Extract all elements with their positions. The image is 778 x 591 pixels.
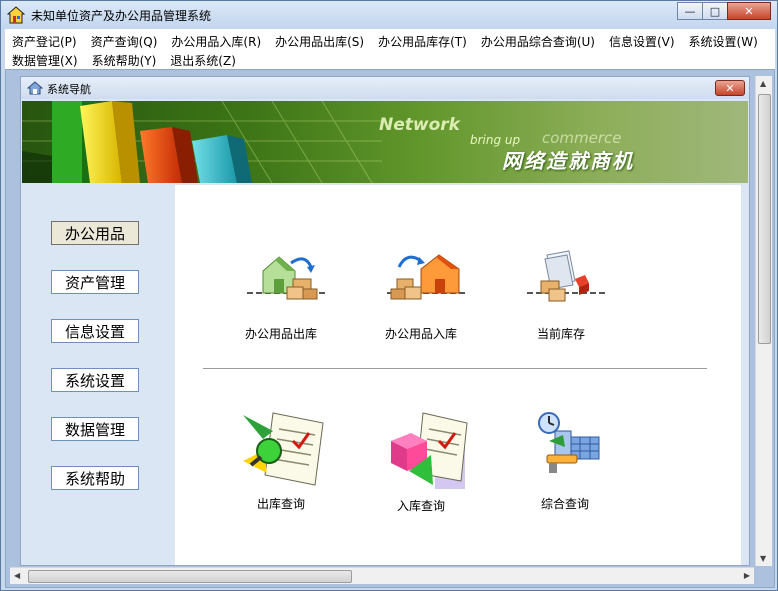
nav-system-settings[interactable]: 系统设置 [51,368,139,392]
tile-supplies-out-label: 办公用品出库 [244,327,317,341]
warehouse-in-icon [387,254,467,300]
in-query-icon [391,412,468,489]
tile-supplies-in[interactable]: 办公用品入库 [361,247,481,357]
banner-slogan: 网络造就商机 [502,149,634,173]
scroll-down-icon[interactable]: ▼ [760,554,766,563]
banner-graphic [22,101,748,183]
menu-supplies-in[interactable]: 办公用品入库(R) [164,31,268,50]
window-title: 未知单位资产及办公用品管理系统 [31,9,212,23]
vertical-scrollbar[interactable]: ▲ ▼ [755,76,772,566]
title-bar[interactable]: 未知单位资产及办公用品管理系统 — □ ✕ [1,1,777,29]
inventory-icon [527,250,607,302]
out-query-icon [243,412,324,486]
warehouse-out-icon [247,256,327,300]
navigation-title: 系统导航 [47,83,91,96]
app-house-icon [7,6,25,24]
tile-out-query-label: 出库查询 [256,497,305,511]
menu-exit[interactable]: 退出系统(Z) [163,50,243,69]
nav-asset-management[interactable]: 资产管理 [51,270,139,294]
menu-row-2: 数据管理(X) 系统帮助(Y) 退出系统(Z) [5,50,243,69]
menu-bar: 资产登记(P) 资产查询(Q) 办公用品入库(R) 办公用品出库(S) 办公用品… [5,29,775,69]
mdi-area: 系统导航 ✕ Network bring up commerce 网络造就商机 … [5,69,775,588]
navigation-close-button[interactable]: ✕ [715,80,745,96]
combined-query-icon [538,412,600,473]
vertical-scroll-thumb[interactable] [758,94,771,344]
close-button[interactable]: ✕ [727,2,771,20]
nav-office-supplies[interactable]: 办公用品 [51,221,139,245]
tile-supplies-out[interactable]: 办公用品出库 [221,247,341,357]
scroll-right-icon[interactable]: ▶ [744,571,750,580]
tile-combined-query-label: 综合查询 [540,497,589,511]
tile-current-stock[interactable]: 当前库存 [501,247,621,357]
banner: Network bring up commerce 网络造就商机 [22,101,748,183]
scroll-left-icon[interactable]: ◀ [14,571,20,580]
maximize-button[interactable]: □ [702,2,728,20]
app-window: 未知单位资产及办公用品管理系统 — □ ✕ 资产登记(P) 资产查询(Q) 办公… [0,0,778,591]
nav-data-management[interactable]: 数据管理 [51,417,139,441]
menu-system-help[interactable]: 系统帮助(Y) [85,50,164,69]
menu-supplies-stock[interactable]: 办公用品库存(T) [371,31,474,50]
menu-system-settings[interactable]: 系统设置(W) [682,31,765,50]
tile-out-query[interactable]: 出库查询 [221,411,341,521]
content-divider [203,368,707,369]
minimize-button[interactable]: — [677,2,703,20]
horizontal-scrollbar[interactable]: ◀ ▶ [10,567,754,584]
menu-supplies-query[interactable]: 办公用品综合查询(U) [474,31,602,50]
menu-asset-query[interactable]: 资产查询(Q) [84,31,165,50]
banner-network-text: Network [379,115,460,135]
menu-asset-register[interactable]: 资产登记(P) [5,31,84,50]
tile-in-query[interactable]: 入库查询 [361,411,481,521]
menu-supplies-out[interactable]: 办公用品出库(S) [268,31,371,50]
house-icon [27,81,43,95]
scroll-up-icon[interactable]: ▲ [760,79,766,88]
content-panel: 办公用品出库 办公用品入库 当前库存 出库查询 入库查询 综合查询 [175,185,741,565]
menu-data-management[interactable]: 数据管理(X) [5,50,85,69]
tile-current-stock-label: 当前库存 [536,327,585,341]
menu-info-settings[interactable]: 信息设置(V) [602,31,682,50]
tile-in-query-label: 入库查询 [396,499,445,513]
navigation-title-bar[interactable]: 系统导航 ✕ [21,77,749,99]
tile-combined-query[interactable]: 综合查询 [505,411,625,521]
menu-row-1: 资产登记(P) 资产查询(Q) 办公用品入库(R) 办公用品出库(S) 办公用品… [5,31,765,50]
window-controls: — □ ✕ [677,2,771,20]
horizontal-scroll-thumb[interactable] [28,570,352,583]
left-nav: 办公用品 资产管理 信息设置 系统设置 数据管理 系统帮助 [22,185,174,565]
nav-system-help[interactable]: 系统帮助 [51,466,139,490]
nav-info-settings[interactable]: 信息设置 [51,319,139,343]
tile-supplies-in-label: 办公用品入库 [384,327,457,341]
navigation-window: 系统导航 ✕ Network bring up commerce 网络造就商机 … [20,76,750,566]
